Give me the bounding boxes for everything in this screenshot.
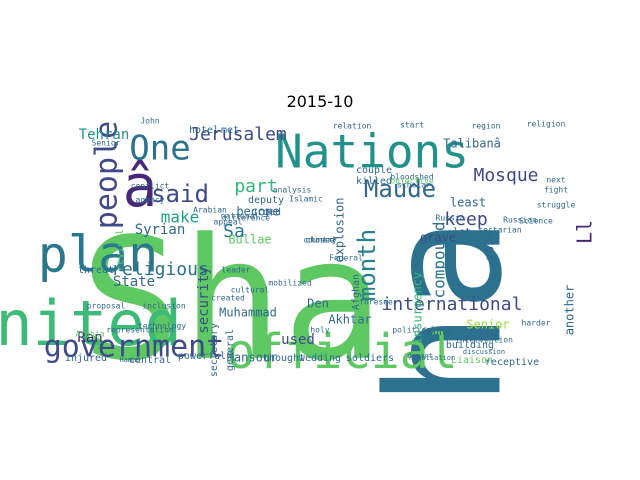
- word-109: discussion: [463, 348, 505, 356]
- word-24: Syrian: [135, 222, 186, 238]
- word-41: Talibanâ: [443, 137, 501, 151]
- word-74: start: [400, 121, 424, 130]
- word-31: Akhtar: [328, 313, 371, 327]
- word-75: region: [472, 122, 501, 131]
- word-77: agency: [136, 196, 165, 205]
- word-28: Bullae: [228, 233, 271, 247]
- word-73: next: [546, 176, 565, 185]
- word-30: Muhammad: [219, 306, 277, 320]
- word-71: struggle: [537, 201, 576, 210]
- word-94: John: [140, 117, 159, 126]
- word-45: killed: [356, 176, 392, 187]
- word-84: political: [392, 326, 436, 335]
- word-65: receptive: [485, 357, 539, 368]
- word-58: wedding: [299, 353, 341, 364]
- word-56: deputy: [248, 195, 284, 206]
- word-55: powerful: [178, 351, 226, 362]
- word-78: conflict: [131, 182, 170, 191]
- word-95: Senior: [92, 139, 121, 148]
- word-23: Ll: [573, 220, 597, 244]
- word-26: State: [113, 274, 155, 290]
- word-97: proposal: [87, 302, 126, 311]
- word-88: Islamic: [289, 195, 323, 204]
- word-66: Arabia: [76, 330, 105, 339]
- word-21: international: [382, 294, 523, 315]
- word-92: foresee: [359, 298, 393, 307]
- word-19: part: [234, 176, 277, 197]
- word-47: let: [453, 227, 471, 238]
- word-68: Russia: [436, 214, 465, 223]
- word-98: inclusion: [142, 302, 186, 311]
- word-102: difference: [222, 214, 270, 223]
- word-93: holy: [310, 326, 329, 335]
- word-108: depart: [407, 352, 432, 360]
- word-86: scholar: [397, 181, 431, 190]
- word-46: least: [450, 196, 486, 210]
- word-50: revival: [115, 229, 126, 271]
- word-40: another: [563, 285, 577, 336]
- word-44: couple: [356, 165, 392, 176]
- word-72: fight: [544, 186, 568, 195]
- word-89: harder: [522, 319, 551, 328]
- word-cloud: ShahaNationsUnitedofficialplanâOnepeople…: [0, 117, 597, 408]
- word-51: secretary: [209, 323, 220, 377]
- word-34: Den: [307, 297, 329, 311]
- word-106: Hamas: [119, 356, 140, 364]
- word-104: Science: [519, 217, 553, 226]
- word-53: injured: [65, 353, 107, 364]
- word-49: threat: [78, 265, 114, 276]
- word-43: met: [221, 125, 239, 136]
- word-80: mobilized: [268, 279, 312, 288]
- word-8: One: [129, 129, 190, 169]
- word-63: thought: [263, 353, 305, 364]
- word-105: religion: [527, 120, 566, 129]
- word-87: analysis: [273, 186, 312, 195]
- word-70: sectarian: [478, 226, 522, 235]
- word-39: pose: [483, 232, 497, 261]
- word-52: general: [225, 329, 236, 371]
- word-38: grave: [420, 231, 456, 245]
- word-42: hotel: [189, 125, 219, 136]
- word-15: Mosque: [473, 165, 538, 186]
- word-91: intervention: [455, 336, 513, 345]
- word-81: created: [211, 294, 245, 303]
- word-76: relation: [333, 122, 372, 131]
- word-62: soldiers: [346, 353, 394, 364]
- word-103: Federal: [329, 254, 363, 263]
- word-112: closed: [306, 236, 335, 245]
- word-99: technology: [138, 322, 186, 331]
- word-83: leader: [222, 266, 251, 275]
